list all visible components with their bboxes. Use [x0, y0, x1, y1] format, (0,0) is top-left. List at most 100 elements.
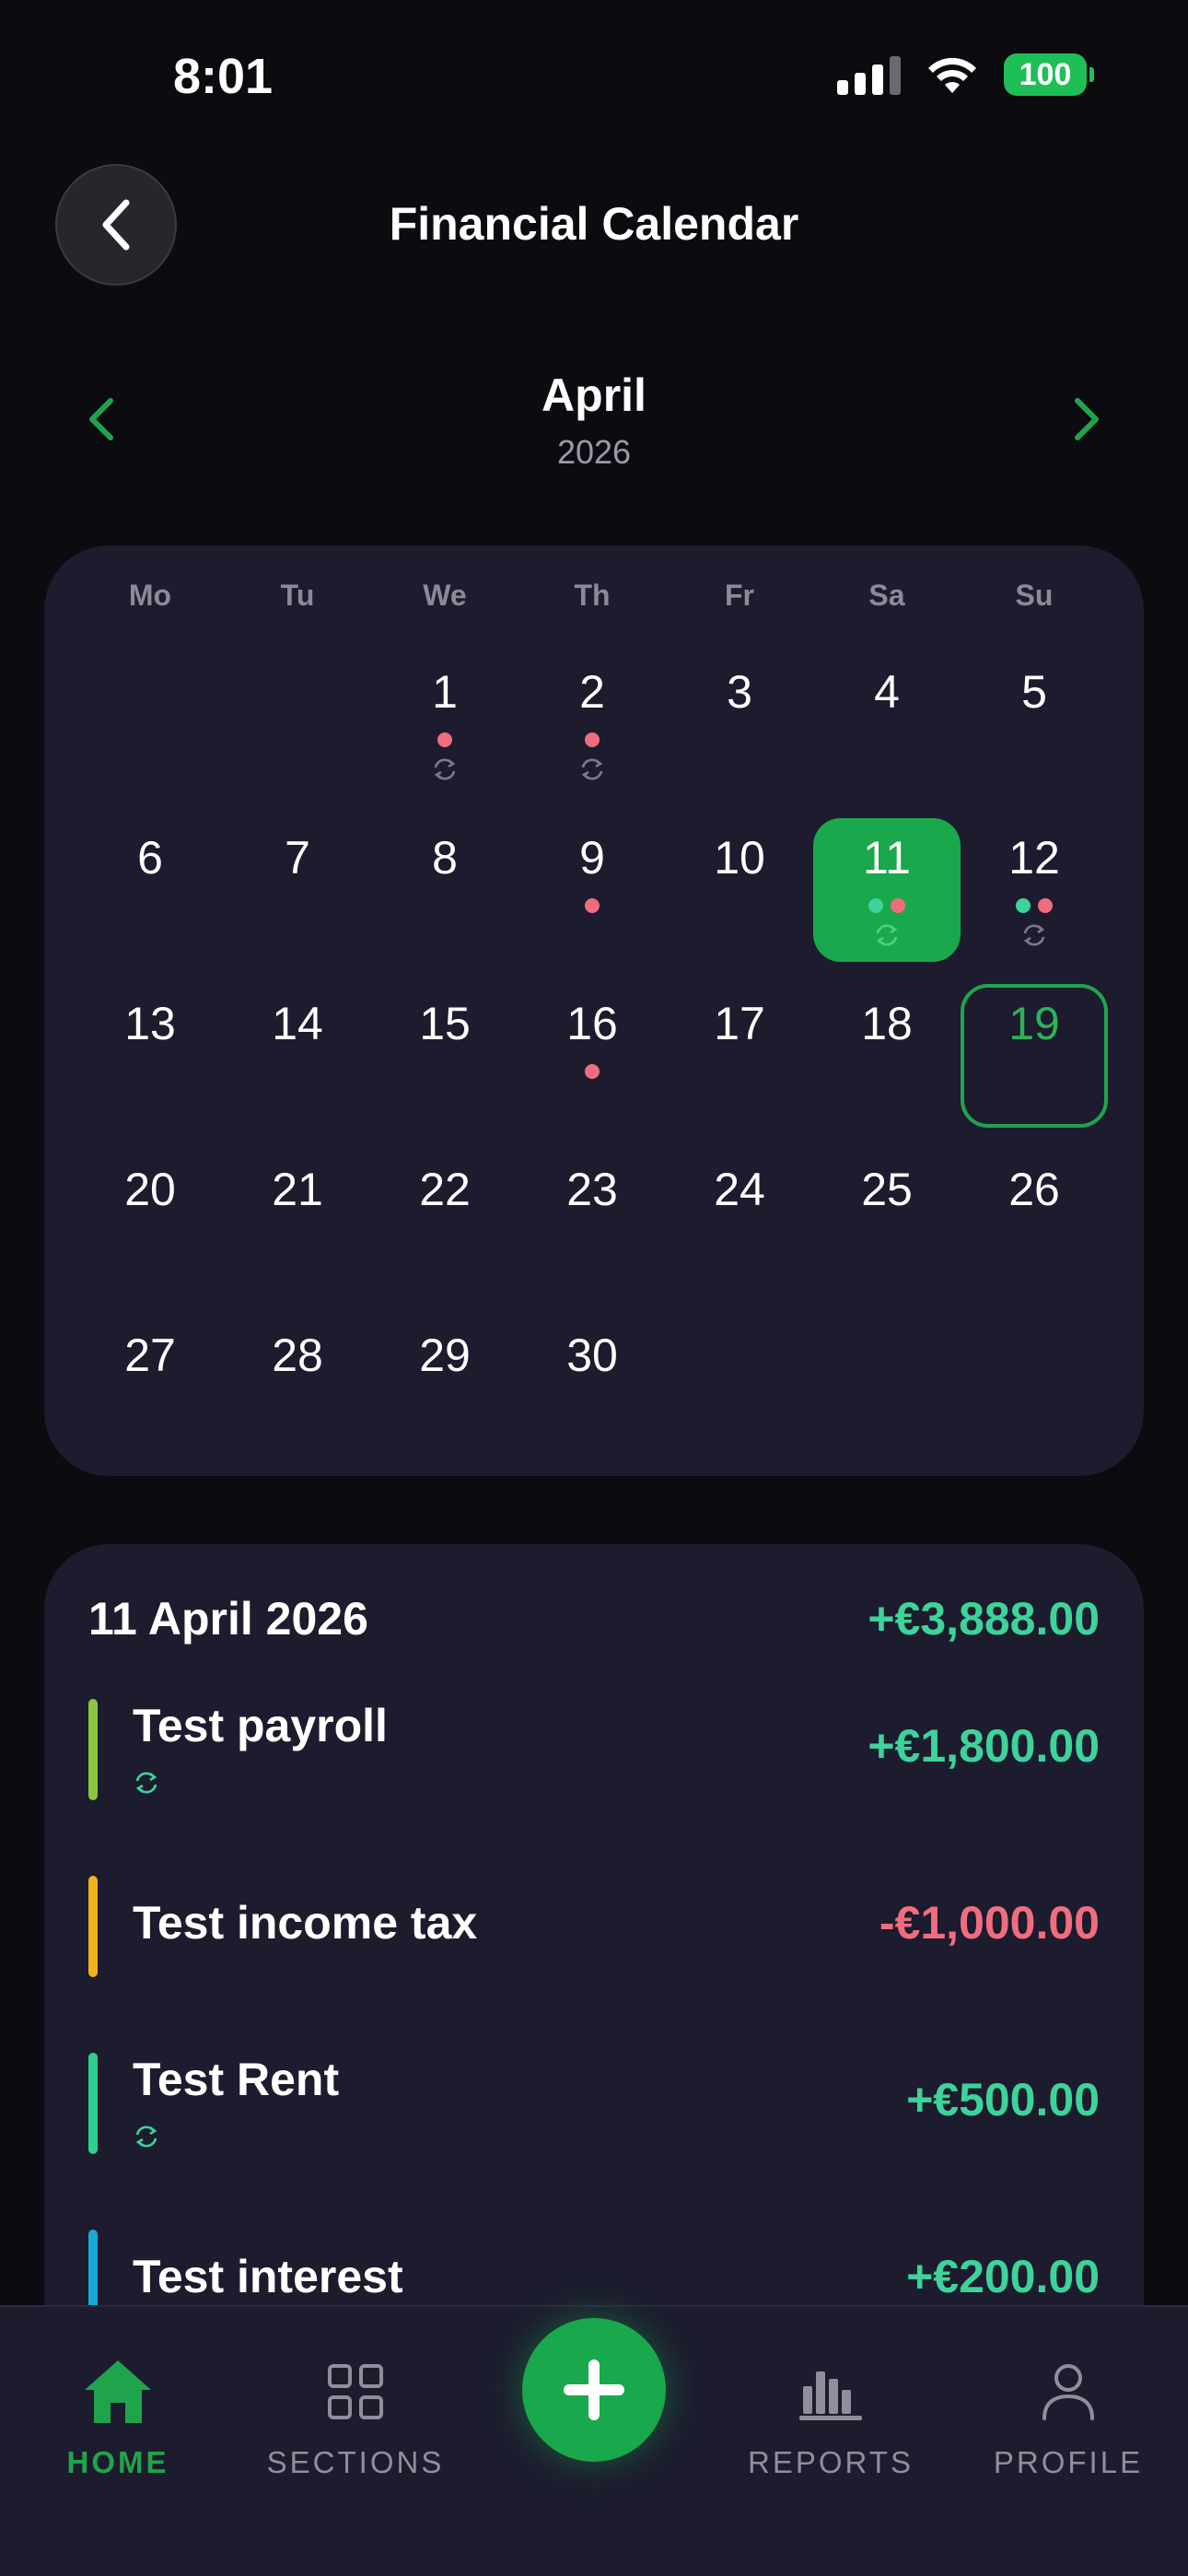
calendar-day[interactable]: 11 — [813, 818, 961, 962]
day-number: 6 — [137, 832, 163, 884]
nav-profile[interactable]: PROFILE — [967, 2357, 1170, 2480]
recurring-icon — [581, 758, 603, 780]
calendar-day[interactable]: 28 — [224, 1316, 371, 1459]
calendar-day[interactable]: 7 — [224, 818, 371, 962]
day-number: 29 — [419, 1329, 471, 1381]
nav-reports[interactable]: REPORTS — [729, 2357, 932, 2480]
calendar-day[interactable]: 23 — [518, 1150, 666, 1294]
day-number: 30 — [566, 1329, 618, 1381]
status-bar: 8:01 100 — [0, 0, 1188, 157]
event-dots — [813, 898, 961, 913]
transaction-amount: +€1,800.00 — [868, 1720, 1100, 1772]
recurring-icon — [434, 758, 456, 780]
add-transaction-button[interactable] — [522, 2318, 666, 2462]
calendar-day[interactable]: 8 — [371, 818, 518, 962]
person-icon — [1042, 2364, 1094, 2420]
signal-icon — [837, 54, 901, 95]
calendar-day[interactable]: 16 — [518, 984, 666, 1128]
event-dots — [371, 732, 518, 747]
day-number: 5 — [1021, 666, 1047, 718]
status-icons: 100 — [837, 53, 1094, 96]
recurring-marker — [813, 921, 961, 949]
nav-reports-label: REPORTS — [748, 2445, 914, 2479]
detail-date: 11 April 2026 — [88, 1593, 368, 1645]
calendar-day[interactable]: 21 — [224, 1150, 371, 1294]
day-number: 19 — [1008, 998, 1060, 1049]
calendar-day[interactable]: 4 — [813, 652, 961, 796]
event-dots — [961, 898, 1108, 913]
day-number: 14 — [272, 998, 323, 1049]
calendar-day[interactable]: 20 — [76, 1150, 224, 1294]
recurring-marker — [961, 921, 1108, 949]
calendar-day[interactable]: 27 — [76, 1316, 224, 1459]
bar-chart-icon — [799, 2371, 862, 2420]
calendar-day[interactable]: 5 — [961, 652, 1108, 796]
expense-dot — [891, 898, 905, 913]
next-month-button[interactable] — [1059, 387, 1114, 451]
calendar-day[interactable]: 2 — [518, 652, 666, 796]
weekday-label: We — [423, 579, 467, 612]
weekday-label: Sa — [868, 579, 905, 612]
transaction-amount: -€1,000.00 — [879, 1897, 1100, 1949]
expense-dot — [585, 898, 600, 913]
day-number: 24 — [714, 1164, 765, 1215]
calendar-day[interactable]: 29 — [371, 1316, 518, 1459]
transaction-row[interactable]: Test payroll +€1,800.00 — [88, 1699, 1100, 1846]
calendar-day[interactable]: 14 — [224, 984, 371, 1128]
calendar-day[interactable]: 19 — [961, 984, 1108, 1128]
status-time: 8:01 — [173, 49, 274, 104]
recurring-icon — [135, 1772, 157, 1794]
calendar-day[interactable]: 24 — [666, 1150, 813, 1294]
grid-icon — [328, 2364, 383, 2419]
nav-profile-label: PROFILE — [993, 2445, 1144, 2479]
day-number: 2 — [579, 666, 605, 718]
nav-sections-label: SECTIONS — [266, 2445, 445, 2479]
recurring-marker — [371, 755, 518, 783]
event-dots — [518, 898, 666, 913]
day-number: 20 — [124, 1164, 176, 1215]
plus-icon — [564, 2359, 624, 2420]
day-number: 4 — [874, 666, 900, 718]
transaction-amount: +€500.00 — [906, 2074, 1100, 2125]
day-number: 11 — [863, 832, 911, 884]
weekday-label: Su — [1015, 579, 1054, 612]
detail-total: +€3,888.00 — [868, 1593, 1100, 1645]
transaction-name: Test payroll — [133, 1700, 388, 1751]
calendar-day[interactable]: 12 — [961, 818, 1108, 962]
nav-sections[interactable]: SECTIONS — [254, 2357, 457, 2480]
calendar-day[interactable]: 18 — [813, 984, 961, 1128]
calendar-day[interactable]: 10 — [666, 818, 813, 962]
calendar-day[interactable]: 22 — [371, 1150, 518, 1294]
calendar-day[interactable]: 26 — [961, 1150, 1108, 1294]
calendar-day[interactable]: 30 — [518, 1316, 666, 1459]
recurring-marker — [133, 1769, 160, 1801]
income-dot — [1016, 898, 1031, 913]
transaction-row[interactable]: Test income tax -€1,000.00 — [88, 1876, 1100, 2023]
day-number: 21 — [272, 1164, 323, 1215]
day-number: 22 — [419, 1164, 471, 1215]
day-number: 23 — [566, 1164, 618, 1215]
transaction-row[interactable]: Test Rent +€500.00 — [88, 2053, 1100, 2200]
calendar-day[interactable]: 13 — [76, 984, 224, 1128]
calendar-day[interactable]: 1 — [371, 652, 518, 796]
expense-dot — [585, 732, 600, 747]
calendar-day[interactable]: 6 — [76, 818, 224, 962]
day-number: 10 — [714, 832, 765, 884]
nav-home[interactable]: HOME — [17, 2357, 219, 2480]
calendar-day[interactable]: 9 — [518, 818, 666, 962]
calendar-day[interactable]: 17 — [666, 984, 813, 1128]
calendar-day[interactable]: 25 — [813, 1150, 961, 1294]
calendar-day[interactable]: 3 — [666, 652, 813, 796]
weekday-label: Th — [574, 579, 611, 612]
recurring-icon — [876, 924, 898, 946]
category-color-bar — [88, 1699, 98, 1800]
day-number: 1 — [432, 666, 458, 718]
weekday-header: Mo Tu We Th Fr Sa Su — [44, 579, 1144, 625]
transaction-amount: +€200.00 — [906, 2251, 1100, 2302]
calendar-day[interactable]: 15 — [371, 984, 518, 1128]
day-number: 15 — [419, 998, 471, 1049]
calendar-grid: Mo Tu We Th Fr Sa Su 1 2 3 4 5 6 7 8 9 10 11 12 13 14 15 16 17… — [44, 545, 1144, 1476]
recurring-icon — [1023, 924, 1045, 946]
nav-home-label: HOME — [66, 2445, 169, 2479]
day-number: 8 — [432, 832, 458, 884]
